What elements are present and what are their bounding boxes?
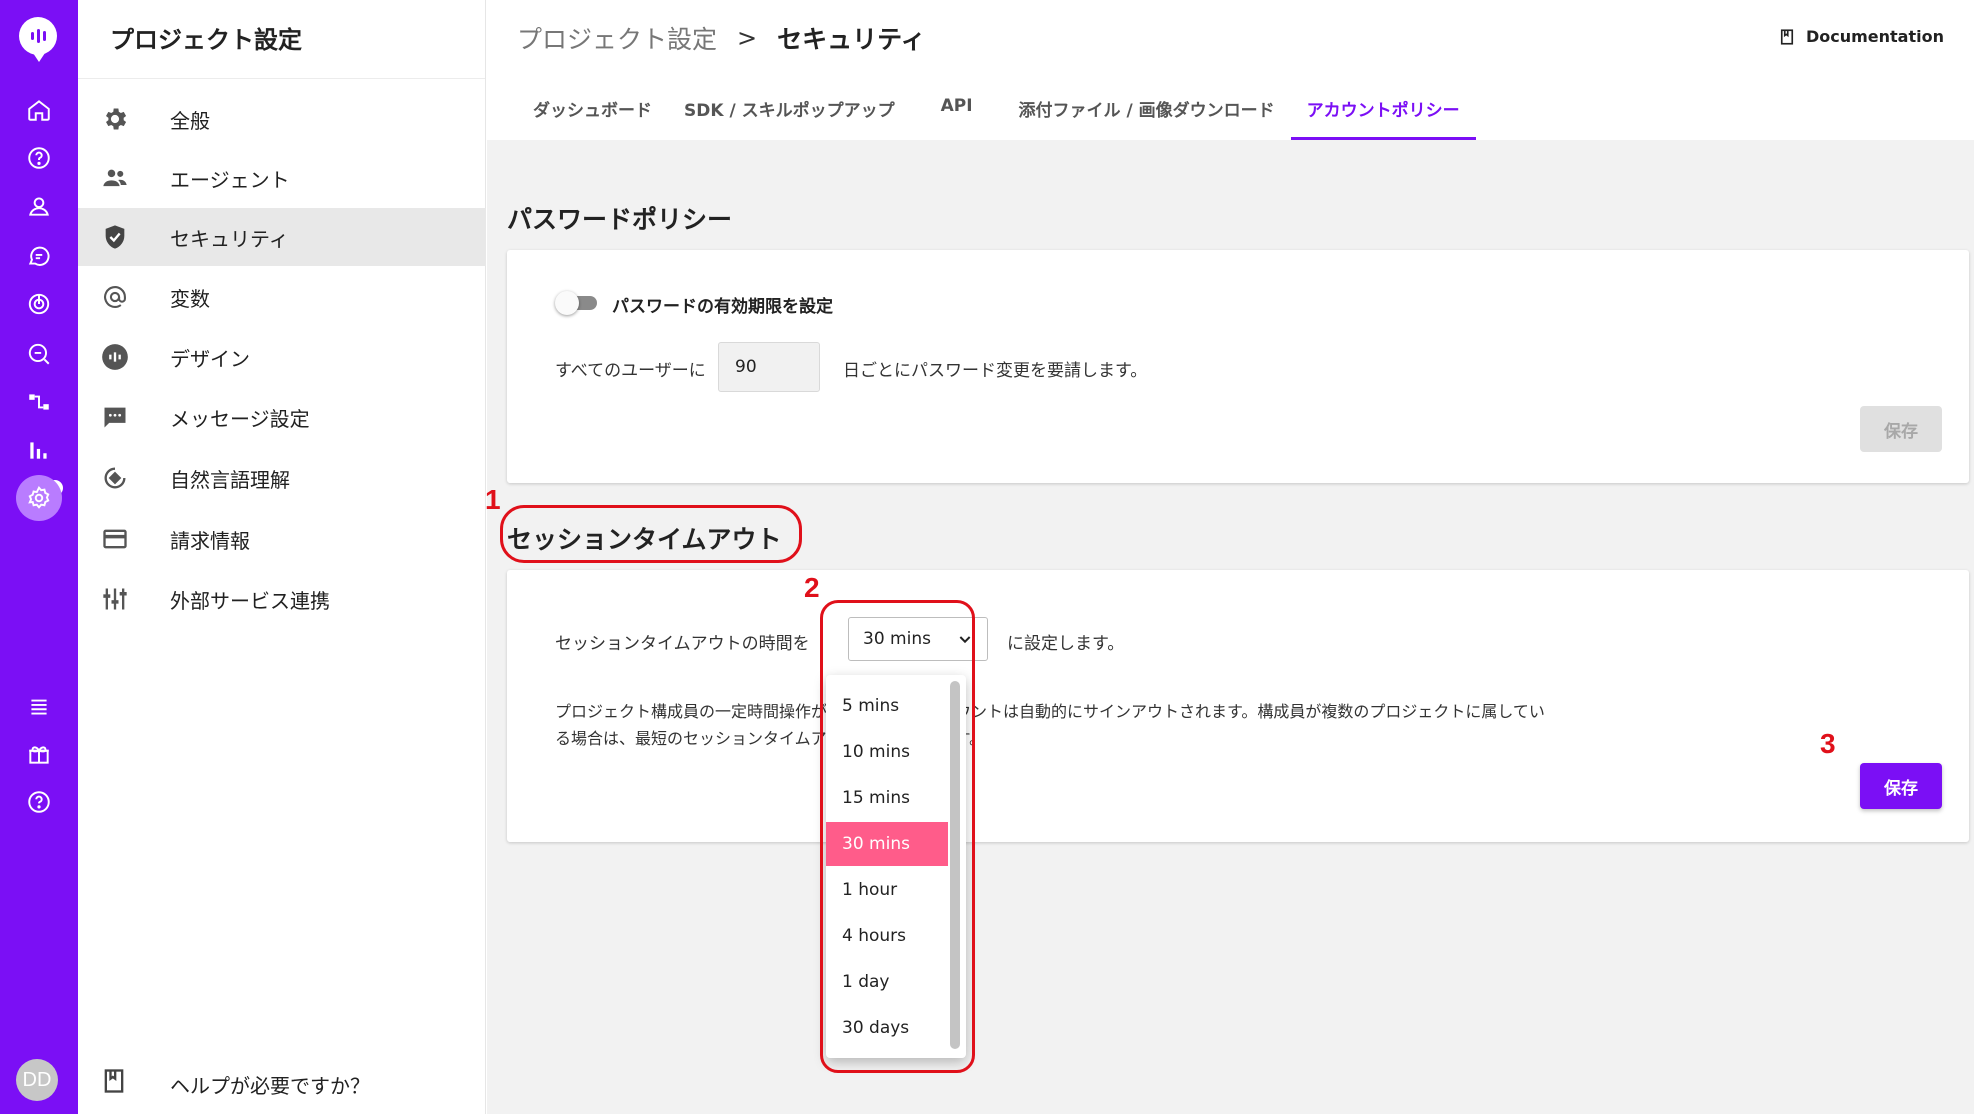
book-icon xyxy=(1780,28,1794,45)
breadcrumb-current: セキュリティ xyxy=(777,25,926,54)
annotation-box-1 xyxy=(500,505,802,563)
contacts-icon[interactable] xyxy=(21,188,57,224)
breadcrumb-separator: > xyxy=(737,24,758,52)
conversations-icon[interactable] xyxy=(21,238,57,274)
flow-icon[interactable] xyxy=(21,384,57,420)
book-icon xyxy=(100,1067,128,1099)
sidebar-item-agents[interactable]: エージェント xyxy=(78,149,486,207)
sidebar-item-label: 外部サービス連携 xyxy=(170,588,330,613)
faq-icon[interactable] xyxy=(21,140,57,176)
sidebar-item-label: デザイン xyxy=(170,346,250,371)
tab-api[interactable]: API xyxy=(911,90,1003,140)
sidebar-item-security[interactable]: セキュリティ xyxy=(78,208,486,266)
gear-icon xyxy=(100,104,130,134)
tab-attachments[interactable]: 添付ファイル / 画像ダウンロード xyxy=(1003,90,1291,140)
target-icon[interactable] xyxy=(21,286,57,322)
sidebar-divider xyxy=(78,78,485,79)
sliders-icon xyxy=(100,584,130,614)
tab-bar: ダッシュボード SDK / スキルポップアップ API 添付ファイル / 画像ダ… xyxy=(517,90,1476,140)
at-icon xyxy=(100,282,130,312)
sidebar-item-label: 自然言語理解 xyxy=(170,467,290,492)
annotation-number-2: 2 xyxy=(804,572,820,603)
documentation-link[interactable]: Documentation xyxy=(1778,27,1944,46)
help-circle-icon[interactable] xyxy=(21,784,57,820)
session-prefix-text: セッションタイムアウトの時間を xyxy=(555,634,810,654)
password-days-input[interactable]: 90 xyxy=(718,342,820,392)
settings-sidebar: プロジェクト設定 全般 エージェント セキュリティ 変数 デザイン メッセージ設… xyxy=(78,0,486,1114)
gift-icon[interactable] xyxy=(21,736,57,772)
home-icon[interactable] xyxy=(21,92,57,128)
sidebar-item-integrations[interactable]: 外部サービス連携 xyxy=(78,570,486,628)
sidebar-item-billing[interactable]: 請求情報 xyxy=(78,510,486,568)
password-expiry-toggle[interactable] xyxy=(555,291,597,315)
password-save-button[interactable]: 保存 xyxy=(1860,406,1942,452)
settings-icon[interactable] xyxy=(16,475,62,521)
sidebar-item-general[interactable]: 全般 xyxy=(78,90,486,148)
app-icon-rail: B DD xyxy=(0,0,78,1114)
password-prefix-text: すべてのユーザーに xyxy=(555,361,706,381)
sidebar-item-label: 変数 xyxy=(170,286,210,311)
session-suffix-text: に設定します。 xyxy=(1007,634,1125,654)
app-logo-icon[interactable] xyxy=(19,17,57,62)
sidebar-item-label: 請求情報 xyxy=(170,528,250,553)
password-policy-card: パスワードの有効期限を設定 すべてのユーザーに 90 日ごとにパスワード変更を要… xyxy=(507,250,1969,483)
tab-dashboard[interactable]: ダッシュボード xyxy=(517,90,668,140)
sidebar-item-label: メッセージ設定 xyxy=(170,406,310,431)
statistics-icon[interactable] xyxy=(21,432,57,468)
sidebar-item-label: 全般 xyxy=(170,108,210,133)
session-save-button[interactable]: 保存 xyxy=(1860,763,1942,809)
breadcrumb: プロジェクト設定 > セキュリティ xyxy=(517,20,926,56)
password-suffix-text: 日ごとにパスワード変更を要請します。 xyxy=(843,361,1148,381)
chat-icon xyxy=(100,402,130,432)
password-expiry-label: パスワードの有効期限を設定 xyxy=(612,297,833,317)
sidebar-title: プロジェクト設定 xyxy=(110,26,302,54)
sidebar-item-nlu[interactable]: 自然言語理解 xyxy=(78,449,486,507)
brain-icon xyxy=(100,463,130,493)
session-description: プロジェクト構成員の一定時間操作がない場合、当アカウントは自動的にサインアウトさ… xyxy=(555,702,1545,748)
breadcrumb-parent[interactable]: プロジェクト設定 xyxy=(517,20,717,56)
sidebar-item-message-settings[interactable]: メッセージ設定 xyxy=(78,388,486,446)
annotation-number-1: 1 xyxy=(485,484,501,515)
help-link[interactable]: ヘルプが必要ですか？ xyxy=(78,1060,486,1104)
help-label: ヘルプが必要ですか？ xyxy=(170,1074,370,1098)
annotation-number-3: 3 xyxy=(1820,728,1836,759)
sidebar-item-design[interactable]: デザイン xyxy=(78,328,486,386)
tab-account-policy[interactable]: アカウントポリシー xyxy=(1290,90,1476,140)
menu-list-icon[interactable] xyxy=(21,688,57,724)
people-icon xyxy=(100,163,130,193)
user-avatar[interactable]: DD xyxy=(16,1059,58,1101)
credit-card-icon xyxy=(100,524,130,554)
chat-search-icon[interactable] xyxy=(21,336,57,372)
sidebar-item-label: セキュリティ xyxy=(170,226,289,251)
sidebar-item-variables[interactable]: 変数 xyxy=(78,268,486,326)
documentation-label: Documentation xyxy=(1805,27,1944,46)
top-bar: プロジェクト設定 > セキュリティ Documentation ダッシュボード … xyxy=(487,0,1974,140)
shield-icon xyxy=(100,222,130,252)
annotation-box-2 xyxy=(820,600,975,1073)
sidebar-item-label: エージェント xyxy=(170,167,290,192)
palette-icon xyxy=(100,342,130,372)
password-policy-heading: パスワードポリシー xyxy=(507,205,733,234)
tab-sdk-skill-popup[interactable]: SDK / スキルポップアップ xyxy=(668,90,911,140)
session-timeout-card: セッションタイムアウトの時間を 30 mins に設定します。 プロジェクト構成… xyxy=(507,570,1969,842)
